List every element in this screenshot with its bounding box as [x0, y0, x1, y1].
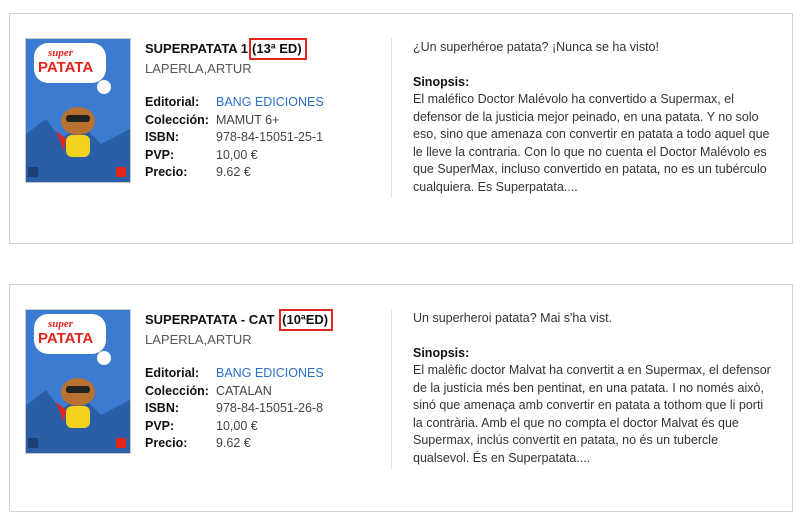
- precio-value: 9.62 €: [216, 436, 251, 450]
- cover-patata-text: PATATA: [38, 330, 93, 347]
- isbn-value: 978-84-15051-25-1: [216, 130, 324, 144]
- editorial-link[interactable]: BANG EDICIONES: [216, 366, 324, 380]
- coleccion-value: CATALAN: [216, 383, 272, 398]
- pvp-value: 10,00 €: [216, 147, 258, 162]
- coleccion-label: Colección:: [145, 112, 209, 127]
- book-cover-image[interactable]: super PATATA: [25, 309, 131, 454]
- sinopsis-text: El maléfico Doctor Malévolo ha convertid…: [413, 92, 770, 194]
- sinopsis-heading: Sinopsis:: [413, 74, 470, 89]
- book-tagline: Un superheroi patata? Mai s'ha vist.: [413, 311, 613, 325]
- pvp-label: PVP:: [145, 147, 175, 162]
- precio-label: Precio:: [145, 165, 188, 179]
- cover-patata-text: PATATA: [38, 59, 93, 76]
- book-card: super PATATA SUPERPATATA - CAT (10ªED) L…: [9, 284, 793, 512]
- edition-highlight: (10ªED): [279, 309, 334, 331]
- editorial-label: Editorial:: [145, 366, 200, 380]
- book-cover-image[interactable]: super PATATA: [25, 38, 131, 183]
- pvp-label: PVP:: [145, 418, 175, 433]
- precio-label: Precio:: [145, 436, 188, 450]
- divider: [391, 38, 392, 198]
- isbn-label: ISBN:: [145, 130, 180, 144]
- book-card: super PATATA SUPERPATATA 1 (13ª ED) LAPER…: [9, 13, 793, 244]
- coleccion-value: MAMUT 6+: [216, 112, 280, 127]
- editorial-link[interactable]: BANG EDICIONES: [216, 95, 324, 109]
- cover-super-text: super: [47, 47, 74, 59]
- book-title[interactable]: SUPERPATATA - CAT (10ªED): [145, 309, 334, 331]
- book-description: Un superheroi patata? Mai s'ha vist. Sin…: [413, 310, 773, 467]
- edition-highlight: (13ª ED): [249, 38, 307, 60]
- book-description: ¿Un superhéroe patata? ¡Nunca se ha vist…: [413, 39, 773, 196]
- editorial-label: Editorial:: [145, 95, 200, 109]
- pvp-value: 10,00 €: [216, 418, 258, 433]
- cover-super-text: super: [47, 318, 74, 330]
- isbn-value: 978-84-15051-26-8: [216, 401, 324, 415]
- divider: [391, 309, 392, 469]
- book-tagline: ¿Un superhéroe patata? ¡Nunca se ha vist…: [413, 40, 659, 54]
- isbn-label: ISBN:: [145, 401, 180, 415]
- book-details: Editorial: BANG EDICIONES Colección: CATAL…: [145, 365, 324, 453]
- coleccion-label: Colección:: [145, 383, 209, 398]
- precio-value: 9.62 €: [216, 165, 251, 179]
- book-author: LAPERLA,ARTUR: [145, 332, 252, 347]
- book-title-text[interactable]: SUPERPATATA - CAT: [145, 312, 275, 327]
- book-author: LAPERLA,ARTUR: [145, 61, 252, 76]
- sinopsis-heading: Sinopsis:: [413, 345, 470, 360]
- sinopsis-text: El malèfic doctor Malvat ha convertit a …: [413, 363, 771, 465]
- book-title[interactable]: SUPERPATATA 1 (13ª ED): [145, 38, 307, 60]
- book-details: Editorial: BANG EDICIONES Colección: MAMUT…: [145, 94, 324, 182]
- book-title-text[interactable]: SUPERPATATA 1: [145, 41, 248, 56]
